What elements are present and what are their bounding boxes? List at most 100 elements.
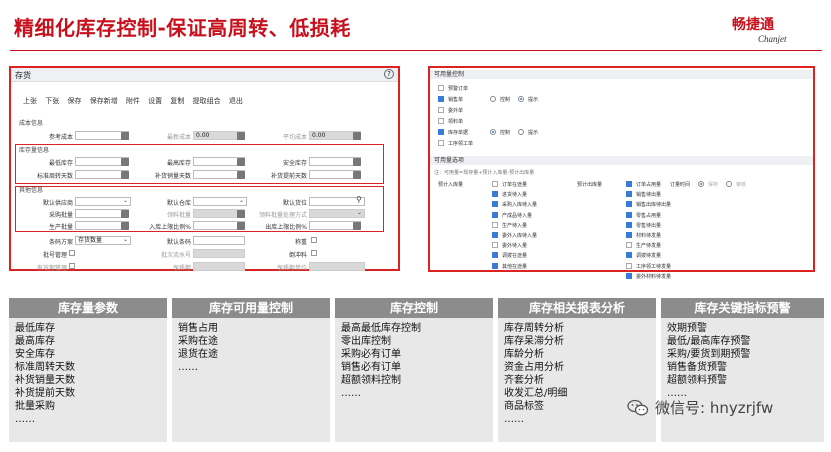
inventory-form-window: 存货 ? 上张 下张 保存 保存新增 附件 设置 复制 提取组合 退出 成本信息… — [9, 66, 400, 272]
batch-mgmt-checkbox[interactable] — [69, 250, 75, 256]
list-item: 销售备货预警 — [667, 362, 727, 373]
checkbox-out-5[interactable] — [626, 232, 632, 238]
toolbar-save-new-button[interactable]: 保存新增 — [90, 97, 118, 105]
checkbox-in-6[interactable] — [492, 242, 498, 249]
checkbox-out-4[interactable] — [626, 221, 632, 228]
list-item: 效期预警 — [667, 323, 707, 334]
stock-control-label: 控制 — [500, 130, 511, 136]
toolbar-prev-button[interactable]: 上张 — [23, 97, 37, 105]
checkbox-picking-order[interactable] — [438, 118, 444, 124]
calculator-icon[interactable] — [121, 158, 129, 166]
toolbar-settings-button[interactable]: 设置 — [148, 97, 162, 105]
barcode-scheme-label: 条码方案 — [48, 239, 73, 246]
title-divider — [10, 50, 822, 51]
weigh-checkbox[interactable] — [311, 237, 317, 243]
checkbox-out-8[interactable] — [626, 262, 632, 269]
chevron-down-icon[interactable]: ⌄ — [123, 197, 128, 204]
help-icon[interactable]: ? — [384, 69, 394, 79]
checkbox-out-0[interactable] — [626, 181, 632, 187]
checkbox-outsource-order[interactable] — [438, 107, 444, 113]
wechat-icon — [627, 399, 649, 415]
lock-time-label: 订量时间 — [670, 182, 691, 188]
chevron-down-icon[interactable]: ⌄ — [239, 197, 244, 204]
default-warehouse-label: 默认仓库 — [166, 200, 191, 207]
toolbar-copy-button[interactable]: 复制 — [170, 97, 184, 105]
checkbox-out-2[interactable] — [626, 201, 632, 208]
stock-prompt-radio[interactable] — [518, 129, 524, 135]
lock-audit-label: 审核 — [736, 182, 747, 188]
toolbar-save-button[interactable]: 保存 — [67, 97, 81, 105]
toolbar-next-button[interactable]: 下张 — [45, 97, 59, 105]
checkbox-in-3[interactable] — [492, 211, 498, 218]
list-item: 采购/要货到期预警 — [667, 349, 751, 360]
checkbox-in-5[interactable] — [492, 232, 498, 238]
calculator-icon[interactable] — [237, 222, 245, 230]
default-supplier-label: 默认供应商 — [42, 200, 73, 207]
chevron-down-icon[interactable]: ⌄ — [123, 236, 128, 243]
other-section-label: 其他信息 — [19, 187, 44, 194]
calculator-icon[interactable] — [237, 158, 245, 166]
default-barcode-input[interactable] — [193, 236, 245, 245]
calculator-icon — [237, 210, 245, 218]
sales-control-radio[interactable] — [490, 96, 496, 102]
checkbox-in-8[interactable] — [492, 262, 498, 269]
checkbox-out-1[interactable] — [626, 191, 632, 198]
checkbox-in-0[interactable] — [492, 181, 498, 187]
column-header: 库存量参数 — [9, 298, 167, 318]
expected-in-label: 预计入库量 — [438, 182, 464, 188]
lock-audit-radio[interactable] — [726, 181, 732, 187]
checkbox-out-7[interactable] — [626, 252, 632, 259]
lock-save-radio[interactable] — [698, 181, 704, 187]
calculator-icon[interactable] — [121, 132, 129, 140]
checkbox-in-1[interactable] — [492, 191, 498, 198]
toolbar-attach-button[interactable]: 附件 — [126, 97, 140, 105]
checkbox-process-order[interactable] — [438, 140, 444, 146]
sales-prompt-radio[interactable] — [518, 96, 524, 102]
calculator-icon[interactable] — [121, 210, 129, 218]
outsource-order-label: 委外单 — [448, 108, 464, 114]
calculator-icon[interactable] — [353, 171, 361, 179]
shelf-life-unit-select — [309, 262, 365, 271]
calculator-icon[interactable] — [121, 171, 129, 179]
batch-serial-label: 批次流水号 — [160, 252, 191, 259]
stock-control-radio[interactable] — [490, 129, 496, 135]
calculator-icon[interactable] — [353, 158, 361, 166]
table-column: 库存关键指标预警 效期预警 最低/最高库存预警 采购/要货到期预警 销售备货预警… — [661, 298, 824, 442]
stock-prompt-label: 提示 — [528, 130, 539, 136]
calculator-icon[interactable] — [121, 222, 129, 230]
list-item: …… — [15, 414, 35, 425]
list-item: 批量采购 — [15, 401, 55, 412]
wechat-watermark: 微信号: hnyzrjfw — [627, 397, 773, 418]
checkbox-in-4[interactable] — [492, 221, 498, 228]
inbound-limit-label: 入库上限比例% — [149, 224, 191, 231]
brand-logo: 畅捷通 Chanjet — [732, 14, 822, 46]
calculator-icon[interactable] — [237, 132, 245, 140]
checkbox-out-6[interactable] — [626, 242, 632, 249]
checkbox-out-9[interactable] — [626, 272, 632, 279]
expiry-mgmt-checkbox[interactable] — [69, 263, 75, 269]
column-header: 库存关键指标预警 — [661, 298, 824, 318]
picking-batch-label: 领料批量 — [166, 212, 191, 219]
search-icon[interactable]: ⚲ — [356, 195, 362, 204]
list-item: 超额领料控制 — [341, 375, 401, 386]
checkbox-sales-order[interactable] — [438, 96, 444, 102]
calculator-icon[interactable] — [353, 132, 361, 140]
shelf-life-field — [193, 262, 245, 271]
backflush-checkbox[interactable] — [311, 250, 317, 256]
backflush-label: 倒冲料 — [288, 252, 307, 259]
list-item: 补货提前天数 — [15, 388, 75, 399]
calculator-icon[interactable] — [237, 171, 245, 179]
toolbar-exit-button[interactable]: 退出 — [229, 97, 243, 105]
checkbox-in-2[interactable] — [492, 201, 498, 208]
batch-serial-field — [193, 249, 245, 258]
chevron-down-icon: ⌄ — [357, 209, 363, 216]
calculator-icon[interactable] — [353, 222, 361, 230]
checkbox-out-3[interactable] — [626, 211, 632, 218]
expiry-mgmt-label: 有效期管理 — [36, 265, 67, 272]
checkbox-in-7[interactable] — [492, 252, 498, 259]
checkbox-presale-order[interactable] — [438, 85, 444, 91]
shelf-life-label: 保质期 — [172, 265, 191, 272]
restock-sales-days-label: 补货销量天数 — [154, 173, 191, 180]
checkbox-stock-docs[interactable] — [438, 129, 444, 135]
toolbar-combo-button[interactable]: 提取组合 — [193, 97, 221, 105]
